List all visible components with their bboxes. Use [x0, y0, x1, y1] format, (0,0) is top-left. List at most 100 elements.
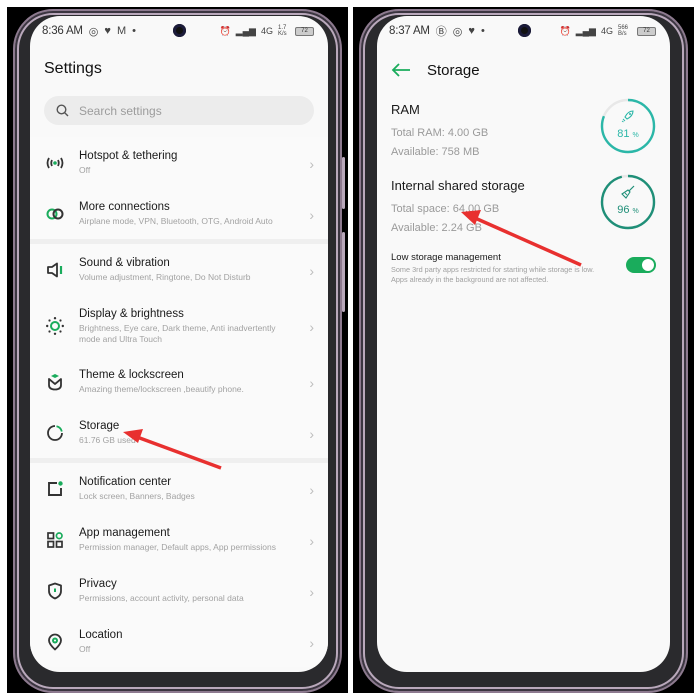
front-camera: [517, 24, 531, 37]
item-label: Notification center: [79, 476, 172, 488]
status-bar: 8:36 AM ◎ ♥ M • ⏰ ▂▄▆ 4G 1.7 K/s 72: [30, 16, 328, 46]
item-label: Privacy: [79, 578, 117, 590]
item-sub: Off: [79, 165, 91, 175]
speed-readout: 1.7 K/s: [278, 25, 287, 37]
page-title: Settings: [44, 60, 102, 77]
dot-icon: •: [480, 25, 485, 37]
percent-unit: %: [632, 208, 639, 215]
item-sub: Airplane mode, VPN, Bluetooth, OTG, Andr…: [79, 216, 273, 226]
page-title: Storage: [427, 61, 480, 79]
search-input[interactable]: Search settings: [44, 96, 314, 125]
signal-icon: ▂▄▆: [575, 25, 596, 36]
network-label: 4G: [260, 26, 273, 36]
item-label: App management: [79, 527, 170, 539]
signal-icon: ▂▄▆: [235, 25, 256, 36]
ram-section[interactable]: RAM Total RAM: 4.00 GB Available: 758 MB…: [377, 94, 670, 170]
chevron-right-icon: ›: [309, 583, 314, 600]
item-label: Storage: [79, 420, 120, 432]
dot-icon: •: [132, 25, 136, 37]
item-sub: Permission manager, Default apps, App pe…: [79, 542, 277, 552]
item-sub: Lock screen, Banners, Badges: [79, 491, 195, 501]
item-label: Display & brightness: [79, 307, 184, 320]
settings-list: Hotspot & tethering Off › More connectio…: [30, 137, 328, 667]
status-time: 8:36 AM: [42, 25, 83, 37]
settings-item-sound[interactable]: Sound & vibration Volume adjustment, Rin…: [30, 244, 328, 295]
ram-percent-value: 81: [617, 128, 630, 140]
settings-group-connections: Hotspot & tethering Off › More connectio…: [30, 137, 328, 239]
settings-group-device: Sound & vibration Volume adjustment, Rin…: [30, 244, 328, 458]
item-label: Theme & lockscreen: [79, 369, 184, 381]
low-storage-description: Some 3rd party apps restricted for start…: [391, 265, 595, 284]
settings-screen: 8:36 AM ◎ ♥ M • ⏰ ▂▄▆ 4G 1.7 K/s 72 Sett…: [30, 16, 328, 672]
rocket-icon: [600, 108, 656, 129]
speed-readout: 566 B/s: [618, 25, 629, 37]
storage-icon: [44, 422, 66, 444]
notification-icon: [44, 478, 66, 500]
settings-item-more-connections[interactable]: More connections Airplane mode, VPN, Blu…: [30, 188, 328, 239]
location-icon: [44, 631, 66, 653]
whatsapp-icon: ◎: [88, 25, 99, 38]
settings-item-location[interactable]: Location Off ›: [30, 616, 328, 667]
storage-percent: 96 %: [600, 204, 656, 216]
storage-header: Storage: [377, 46, 670, 94]
item-sub: Off: [79, 644, 91, 654]
item-sub: Brightness, Eye care, Dark theme, Anti i…: [79, 322, 276, 344]
whatsapp-icon: ◎: [452, 25, 463, 38]
item-sub: Volume adjustment, Ringtone, Do Not Dist…: [79, 272, 251, 282]
speaker-icon: [44, 259, 66, 281]
battery-icon: 72: [295, 26, 314, 36]
right-phone-screenshot: 8:37 AM Ⓑ ◎ ♥ • ⏰ ▂▄▆ 4G 566 B/s 72 Stor…: [353, 7, 694, 693]
status-bar: 8:37 AM Ⓑ ◎ ♥ • ⏰ ▂▄▆ 4G 566 B/s 72: [377, 16, 670, 46]
status-time: 8:37 AM: [389, 25, 430, 37]
settings-item-apps[interactable]: App management Permission manager, Defau…: [30, 514, 328, 565]
settings-item-storage[interactable]: Storage 61.76 GB used ›: [30, 407, 328, 458]
settings-item-hotspot[interactable]: Hotspot & tethering Off ›: [30, 137, 328, 188]
brightness-icon: [44, 315, 66, 337]
broom-icon: [600, 184, 656, 205]
item-label: Sound & vibration: [79, 257, 170, 269]
low-storage-toggle[interactable]: [626, 257, 656, 273]
settings-item-theme[interactable]: Theme & lockscreen Amazing theme/lockscr…: [30, 356, 328, 407]
low-storage-heading: Low storage management: [391, 252, 501, 263]
gmail-icon: M: [116, 25, 127, 37]
front-camera: [173, 24, 186, 37]
twitter-icon: ♥: [104, 25, 111, 37]
chevron-right-icon: ›: [309, 206, 314, 223]
network-label: 4G: [600, 26, 613, 36]
storage-gauge[interactable]: 96 %: [600, 174, 656, 230]
alarm-icon: ⏰: [219, 25, 231, 36]
chevron-right-icon: ›: [309, 481, 314, 498]
battery-icon: 72: [637, 26, 656, 36]
storage-screen: 8:37 AM Ⓑ ◎ ♥ • ⏰ ▂▄▆ 4G 566 B/s 72 Stor…: [377, 16, 670, 672]
item-label: More connections: [79, 201, 170, 213]
alarm-icon: ⏰: [559, 25, 571, 36]
chevron-right-icon: ›: [309, 634, 314, 651]
settings-item-display[interactable]: Display & brightness Brightness, Eye car…: [30, 295, 328, 356]
chevron-right-icon: ›: [309, 374, 314, 391]
settings-group-system: Notification center Lock screen, Banners…: [30, 463, 328, 667]
power-button: [342, 232, 345, 312]
chevron-right-icon: ›: [309, 155, 314, 172]
back-arrow-icon[interactable]: [391, 63, 411, 77]
settings-item-notification[interactable]: Notification center Lock screen, Banners…: [30, 463, 328, 514]
search-icon: [56, 104, 69, 117]
storage-percent-value: 96: [617, 204, 630, 216]
hotspot-icon: [44, 152, 66, 174]
shield-icon: [44, 580, 66, 602]
volume-button: [342, 157, 345, 209]
internal-storage-section[interactable]: Internal shared storage Total space: 64.…: [377, 170, 670, 246]
left-phone-screenshot: 8:36 AM ◎ ♥ M • ⏰ ▂▄▆ 4G 1.7 K/s 72 Sett…: [7, 7, 348, 693]
twitter-icon: ♥: [468, 25, 475, 37]
chevron-right-icon: ›: [309, 318, 314, 335]
item-sub: 61.76 GB used: [79, 435, 136, 445]
item-sub: Amazing theme/lockscreen ,beautify phone…: [79, 384, 244, 394]
search-placeholder: Search settings: [79, 103, 162, 118]
toggle-knob: [642, 259, 654, 271]
ram-gauge[interactable]: 81 %: [600, 98, 656, 154]
low-storage-management-row: Low storage management Some 3rd party ap…: [377, 246, 670, 285]
b-icon: Ⓑ: [435, 26, 447, 38]
theme-icon: [44, 371, 66, 393]
settings-item-privacy[interactable]: Privacy Permissions, account activity, p…: [30, 565, 328, 616]
item-sub: Permissions, account activity, personal …: [79, 593, 244, 603]
item-label: Hotspot & tethering: [79, 150, 178, 162]
